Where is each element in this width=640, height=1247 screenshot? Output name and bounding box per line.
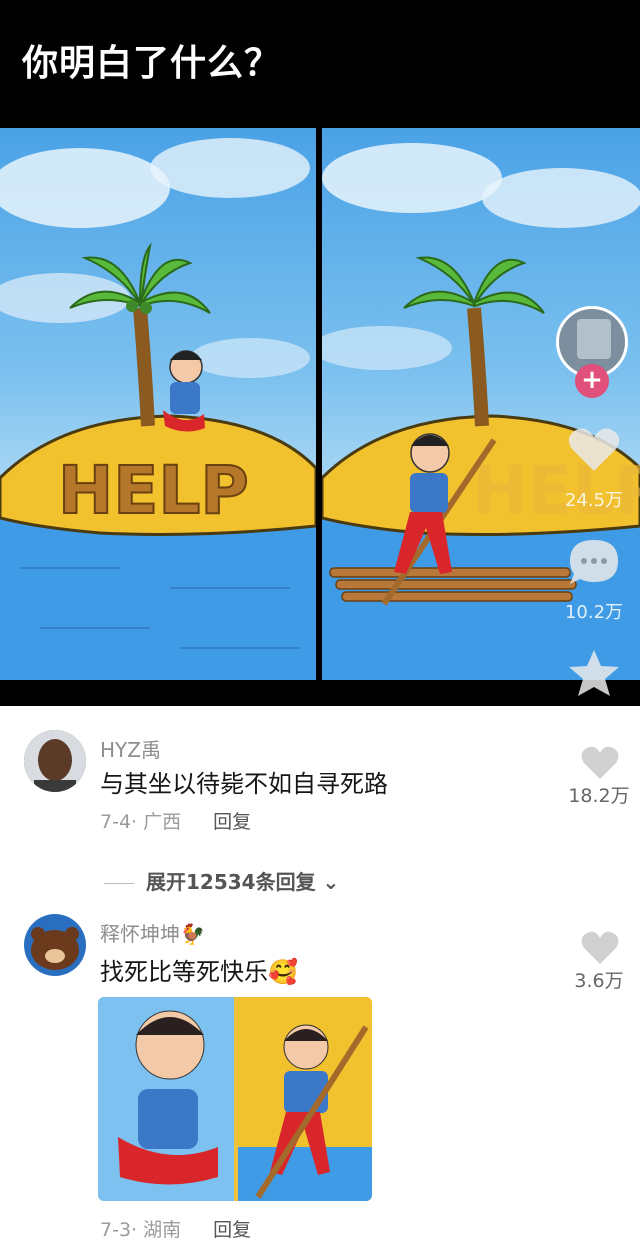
comment-like-count: 18.2万 (568, 785, 630, 807)
divider-line (104, 883, 134, 884)
comment-text: 找死比等死快乐🥰 (100, 958, 298, 986)
reply-button[interactable]: 回复 (213, 811, 251, 833)
comment-heart-icon[interactable] (580, 930, 620, 966)
video-title: 你明白了什么？ (22, 43, 282, 84)
island-scene-left: HELP (0, 138, 316, 680)
comic-panel-left: HELP (0, 128, 316, 680)
reply-button[interactable]: 回复 (213, 1219, 251, 1241)
comment-image-content (98, 997, 372, 1201)
commenter-avatar[interactable] (24, 730, 86, 792)
comment-text: 与其坐以待毙不如自寻死路 (100, 770, 388, 798)
expand-replies-button[interactable]: 展开12534条回复 ⌄ (104, 866, 339, 895)
comment-image[interactable] (98, 997, 372, 1201)
comment-username[interactable]: 释怀坤坤🐓 (100, 918, 205, 947)
comment-username[interactable]: HYZ禹 (100, 734, 161, 763)
star-icon[interactable] (566, 648, 622, 698)
video-player[interactable]: 你明白了什么？ HELP HELP + 24.5万 10.2万 (0, 0, 640, 706)
comment-icon[interactable] (566, 537, 622, 587)
comment-heart-icon[interactable] (580, 745, 620, 781)
video-comment-count: 10.2万 (564, 602, 624, 623)
follow-plus-button[interactable]: + (575, 364, 609, 398)
avatar-face-icon (24, 730, 86, 792)
help-sand-text: HELP (58, 452, 249, 529)
chevron-down-icon: ⌄ (315, 870, 340, 894)
comment-date-location: 7-3· 湖南 (100, 1219, 182, 1241)
bear-avatar-icon (24, 914, 86, 976)
expand-replies-label: 展开12534条回复 (146, 870, 316, 894)
commenter-avatar[interactable] (24, 914, 86, 976)
comment-date-location: 7-4· 广西 (100, 811, 182, 833)
comment-like-count: 3.6万 (574, 970, 624, 992)
video-like-count: 24.5万 (564, 490, 624, 511)
comment-meta: 7-3· 湖南 回复 (100, 1215, 251, 1242)
heart-icon[interactable] (566, 425, 622, 475)
comment-meta: 7-4· 广西 回复 (100, 807, 251, 834)
